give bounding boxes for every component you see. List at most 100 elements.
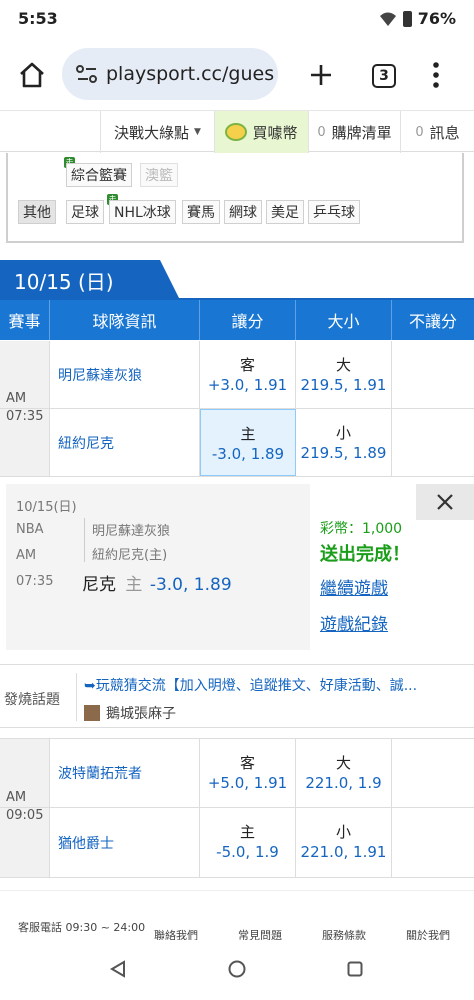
popup-pick: 尼克 主 -3.0, 1.89	[82, 570, 232, 595]
chip-label: 網球	[229, 205, 257, 221]
spread-away-button[interactable]: 客 +5.0, 1.91	[200, 739, 296, 807]
chip-tennis[interactable]: 網球	[224, 200, 262, 224]
battery-level: 76%	[417, 9, 456, 28]
chip-combined-basketball[interactable]: 綜合籃賽	[66, 163, 132, 187]
chip-american-football[interactable]: 美足	[266, 200, 304, 224]
more-menu-icon[interactable]	[432, 62, 440, 88]
hot-topic-link[interactable]: ➥玩競猜交流【加入明燈、追蹤推文、好康活動、誠...	[84, 675, 468, 695]
url-bar[interactable]: playsport.cc/gues	[62, 48, 278, 100]
status-right: 76%	[379, 9, 456, 28]
total-over-button[interactable]: 大 219.5, 1.91	[296, 341, 392, 408]
chip-label: 綜合籃賽	[71, 168, 127, 184]
nav-item-label: 訊息	[429, 123, 460, 142]
spread-away-button[interactable]: 客 +3.0, 1.91	[200, 341, 296, 408]
battery-icon	[402, 10, 412, 27]
site-info-icon[interactable]	[76, 65, 98, 83]
nav-item-label: 決戰大綠點	[114, 123, 190, 142]
footer-link-about[interactable]: 關於我們	[406, 927, 450, 940]
header-moneyline: 不讓分	[408, 312, 457, 331]
wifi-icon	[379, 12, 396, 26]
recents-icon[interactable]	[347, 961, 363, 977]
game-history-link[interactable]: 遊戲紀錄	[320, 610, 388, 635]
table-row: 紐約尼克 主 -3.0, 1.89 小 219.5, 1.89	[0, 409, 474, 477]
popup-date: 10/15(日)	[16, 500, 77, 515]
odds-side: 小	[335, 424, 351, 442]
tab-switcher-button[interactable]: 3	[372, 64, 396, 88]
chip-label: NHL冰球	[114, 205, 171, 221]
team-name[interactable]: 紐約尼克	[50, 409, 200, 476]
close-icon	[437, 494, 453, 510]
home-icon[interactable]	[18, 62, 46, 88]
odds-value: 219.5, 1.91	[300, 376, 387, 394]
odds-side: 主	[240, 425, 256, 443]
new-tab-icon[interactable]	[310, 64, 332, 86]
odds-value: -5.0, 1.9	[216, 843, 279, 861]
popup-pick-side: 主	[125, 575, 143, 595]
hot-topic-bar: 發燒話題 ➥玩競猜交流【加入明燈、追蹤推文、好康活動、誠... 鵝城張麻子	[0, 664, 474, 728]
continue-game-link[interactable]: 繼續遊戲	[320, 574, 388, 599]
odds-side: 客	[239, 356, 255, 374]
chip-label: 乒乓球	[313, 205, 355, 221]
chip-label: 美足	[271, 205, 299, 221]
team-name[interactable]: 明尼蘇達灰狼	[50, 341, 200, 408]
footer-link-terms[interactable]: 服務條款	[322, 927, 366, 940]
chip-table-tennis[interactable]: 乒乓球	[308, 200, 360, 224]
team-name[interactable]: 波特蘭拓荒者	[50, 739, 200, 807]
total-under-button[interactable]: 小 221.0, 1.91	[296, 808, 392, 877]
avatar	[84, 705, 100, 721]
chip-nhl-hockey[interactable]: NHL冰球	[109, 200, 176, 224]
popup-time: 07:35	[16, 574, 54, 589]
system-nav-bar	[0, 940, 474, 1000]
odds-side: 大	[335, 754, 351, 772]
chip-label: 其他	[23, 205, 51, 221]
popup-pick-odds: -3.0, 1.89	[149, 575, 232, 595]
popup-details: 10/15(日) NBA AM 07:35 明尼蘇達灰狼 紐約尼克(主) 尼克 …	[6, 484, 310, 650]
moneyline-home-cell[interactable]	[392, 409, 474, 476]
odds-value: 221.0, 1.9	[305, 774, 382, 792]
nav-item-messages[interactable]: 0 訊息	[400, 111, 474, 153]
chip-soccer[interactable]: 足球	[66, 200, 104, 224]
date-label: 10/15 (日)	[14, 270, 114, 294]
nav-item-green-dot[interactable]: 決戰大綠點 ▼	[100, 111, 214, 153]
table-row: 明尼蘇達灰狼 客 +3.0, 1.91 大 219.5, 1.91	[0, 341, 474, 409]
spread-home-button[interactable]: 主 -5.0, 1.9	[200, 808, 296, 877]
odds-value: 221.0, 1.91	[300, 843, 387, 861]
chip-horse-racing[interactable]: 賽馬	[182, 200, 220, 224]
nav-count: 0	[317, 124, 326, 140]
team-name[interactable]: 猶他爵士	[50, 808, 200, 877]
table-row: 猶他爵士 主 -5.0, 1.9 小 221.0, 1.91	[0, 808, 474, 878]
moneyline-home-cell[interactable]	[392, 808, 474, 877]
nav-item-cart[interactable]: 0 購牌清單	[308, 111, 400, 153]
footer-phone: 客服電話 09:30 ~ 24:00	[18, 921, 146, 934]
moneyline-away-cell[interactable]	[392, 341, 474, 408]
back-icon[interactable]	[110, 960, 126, 978]
odds-side: 客	[239, 754, 255, 772]
home-circle-icon[interactable]	[228, 960, 246, 978]
popup-actions: 彩幣：1,000 送出完成！ 繼續遊戲 遊戲紀錄	[310, 484, 474, 650]
moneyline-away-cell[interactable]	[392, 739, 474, 807]
sport-filter-box: 走 綜合籃賽 澳籃 其他 足球 走 NHL冰球 賽馬 網球 美足 乒乓球	[6, 153, 464, 243]
chip-label: 澳籃	[145, 168, 173, 184]
spread-home-button-selected[interactable]: 主 -3.0, 1.89	[200, 409, 296, 476]
status-bar: 5:53 76%	[0, 0, 474, 38]
footer-link-faq[interactable]: 常見問題	[238, 927, 282, 940]
status-time: 5:53	[18, 9, 58, 28]
nav-item-buy-coins[interactable]: 買噱幣	[214, 111, 308, 153]
chip-australian-basketball[interactable]: 澳籃	[140, 163, 178, 187]
odds-table-header: 賽事 球隊資訊 讓分 大小 不讓分	[0, 300, 474, 340]
total-under-button[interactable]: 小 219.5, 1.89	[296, 409, 392, 476]
popup-ampm: AM	[16, 548, 37, 563]
dropdown-caret-icon: ▼	[194, 127, 201, 137]
header-spread: 讓分	[200, 300, 296, 340]
chip-other[interactable]: 其他	[18, 200, 56, 224]
coin-icon	[225, 123, 248, 141]
header-event: 賽事	[0, 300, 50, 340]
popup-success-message: 送出完成！	[320, 544, 410, 565]
nav-item-label: 買噱幣	[252, 123, 298, 142]
popup-pick-team: 尼克	[82, 575, 116, 595]
bet-confirmation-popup: 10/15(日) NBA AM 07:35 明尼蘇達灰狼 紐約尼克(主) 尼克 …	[6, 484, 474, 650]
close-button[interactable]	[416, 484, 474, 520]
total-over-button[interactable]: 大 221.0, 1.9	[296, 739, 392, 807]
footer-link-contact[interactable]: 聯絡我們	[154, 927, 198, 940]
hot-topic-author[interactable]: 鵝城張麻子	[84, 703, 176, 723]
